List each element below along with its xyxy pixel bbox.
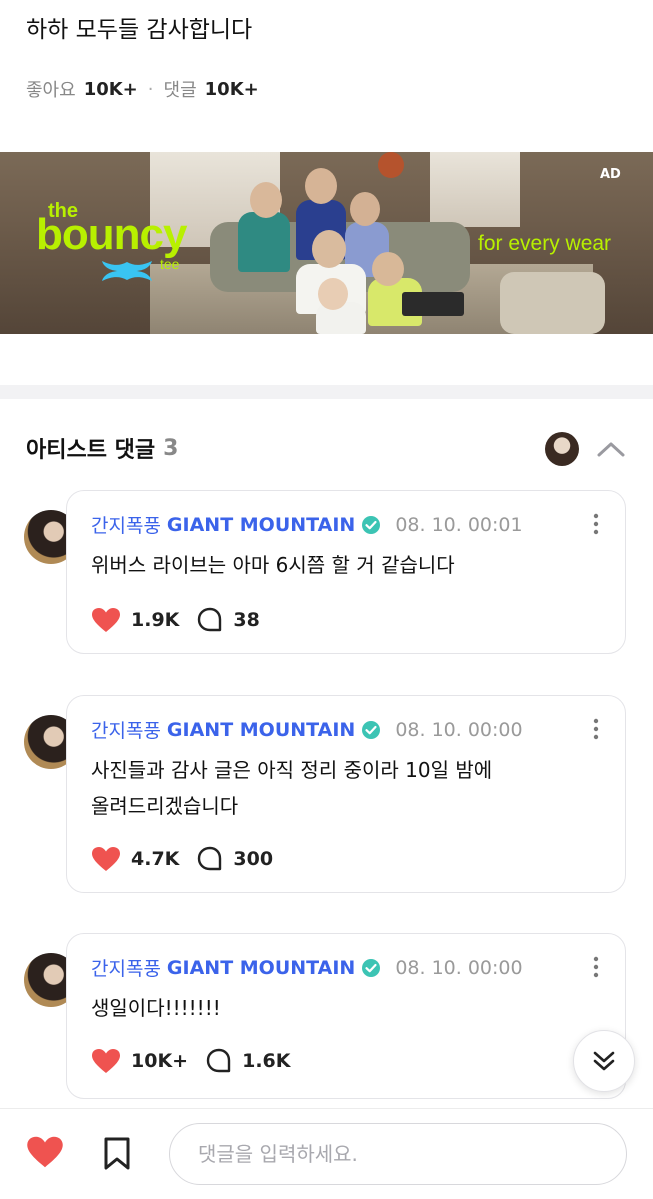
comment-card[interactable]: 간지폭풍 GIANT MOUNTAIN 08. 10. 00:00 생일이다!!… [66,933,626,1099]
ad-person [238,212,290,272]
comment-date: 08. 10. 00:00 [395,718,523,741]
ad-brand-mark [98,258,156,289]
comment-text: 사진들과 감사 글은 아직 정리 중이라 10일 밤에 올려드리겠습니다 [91,758,493,818]
comment-input[interactable] [169,1123,627,1185]
comments-count: 10K+ [204,78,259,100]
comment-actions: 4.7K 300 [91,846,273,872]
post-stats: 좋아요 10K+ · 댓글 10K+ [26,76,259,102]
author-name-en[interactable]: GIANT MOUNTAIN [167,957,355,979]
like-count: 1.9K [131,609,180,631]
ad-badge: AD [600,167,621,182]
likes-count: 10K+ [83,78,138,100]
collapse-button[interactable] [596,434,626,464]
heart-icon[interactable] [91,846,121,872]
ad-logo-main: bouncy [36,210,187,259]
comment-text: 생일이다!!!!!!! [91,996,221,1020]
ad-person-head [312,230,346,268]
comment-card[interactable]: 간지폭풍 GIANT MOUNTAIN 08. 10. 00:01 위버스 라이… [66,490,626,654]
bottom-bar [0,1108,653,1199]
comment-header: 간지폭풍 GIANT MOUNTAIN 08. 10. 00:01 [91,511,523,538]
reply-count: 300 [233,848,274,870]
more-options-icon[interactable] [593,513,599,535]
author-name-ko[interactable]: 간지폭풍 [91,716,161,743]
reply-bubble-icon[interactable] [197,607,223,633]
verified-icon [362,720,381,739]
artist-avatar[interactable] [545,432,579,466]
ad-logo-tee: tee [160,256,180,272]
like-count: 10K+ [131,1050,189,1072]
ad-person-head [350,192,380,226]
author-name-en[interactable]: GIANT MOUNTAIN [167,719,355,741]
ad-basketball [378,152,404,178]
likes-label: 좋아요 [26,80,76,101]
stats-separator: · [147,78,154,100]
reply-bubble-icon[interactable] [206,1048,232,1074]
ad-keyboard [402,292,464,316]
ad-person-head [372,252,404,286]
reply-count: 38 [233,609,260,631]
verified-icon [362,515,381,534]
under-armour-logo-icon [102,261,152,281]
verified-icon [362,958,381,977]
artist-comments-title: 아티스트 댓글 [26,438,156,463]
artist-comments-count: 3 [163,435,179,461]
chevron-up-icon [597,442,625,457]
ad-person-head [305,168,337,204]
bookmark-icon[interactable] [103,1137,131,1171]
more-options-icon[interactable] [593,956,599,978]
comment-text: 위버스 라이브는 아마 6시쯤 할 거 같습니다 [91,553,455,577]
ad-person-head [318,278,348,310]
comment-header: 간지폭풍 GIANT MOUNTAIN 08. 10. 00:00 [91,954,523,981]
author-name-en[interactable]: GIANT MOUNTAIN [167,514,355,536]
more-options-icon[interactable] [593,718,599,740]
section-divider [0,385,653,399]
post-text: 하하 모두들 감사합니다 [26,17,253,43]
ad-tagline: for every wear [478,232,612,255]
author-name-ko[interactable]: 간지폭풍 [91,511,161,538]
comment-date: 08. 10. 00:01 [395,513,523,536]
comment-card[interactable]: 간지폭풍 GIANT MOUNTAIN 08. 10. 00:00 사진들과 감… [66,695,626,893]
like-post-heart-icon[interactable] [26,1135,64,1169]
ad-person-head [250,182,282,218]
double-chevron-down-icon [593,1051,615,1071]
ad-window [430,152,520,227]
comments-label: 댓글 [163,80,197,101]
scroll-down-button[interactable] [573,1030,635,1092]
ad-chair [500,272,605,334]
comment-actions: 1.9K 38 [91,607,260,633]
author-name-ko[interactable]: 간지폭풍 [91,954,161,981]
artist-comments-header: 아티스트 댓글 3 [26,432,178,464]
heart-icon[interactable] [91,1048,121,1074]
comment-header: 간지폭풍 GIANT MOUNTAIN 08. 10. 00:00 [91,716,523,743]
reply-count: 1.6K [242,1050,291,1072]
reply-bubble-icon[interactable] [197,846,223,872]
comment-actions: 10K+ 1.6K [91,1048,290,1074]
like-count: 4.7K [131,848,180,870]
comment-date: 08. 10. 00:00 [395,956,523,979]
heart-icon[interactable] [91,607,121,633]
